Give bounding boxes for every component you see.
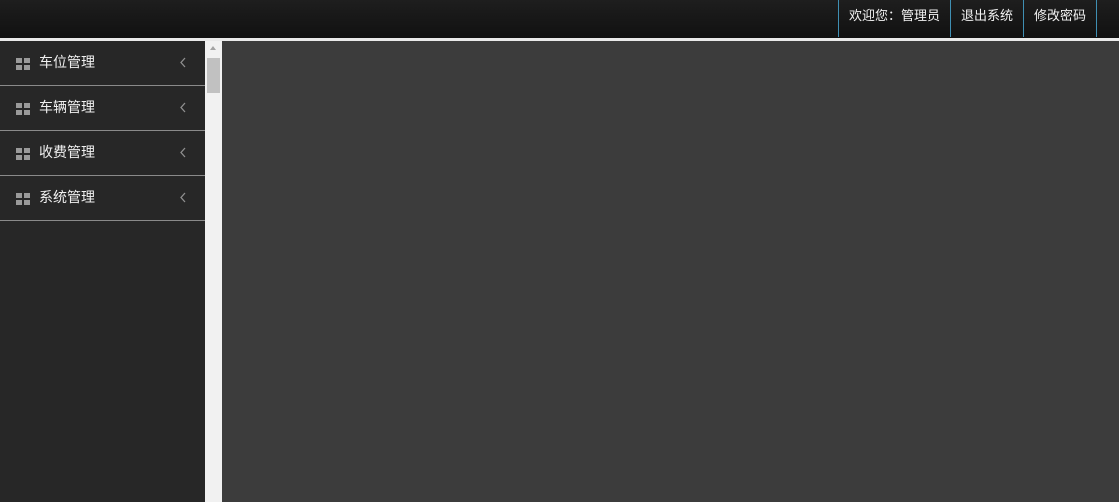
sidebar-item-billing[interactable]: 收费管理 [0,131,205,176]
sidebar-item-system[interactable]: 系统管理 [0,176,205,221]
logout-link[interactable]: 退出系统 [951,0,1024,37]
sidebar-item-label: 车位管理 [39,55,95,71]
grid-icon [16,193,30,205]
main-content-area [222,41,1119,502]
sidebar-item-label: 系统管理 [39,190,95,206]
sidebar-item-vehicle[interactable]: 车辆管理 [0,86,205,131]
scrollbar-thumb[interactable] [207,58,220,93]
sidebar-item-parking-space[interactable]: 车位管理 [0,41,205,86]
top-links: 欢迎您：管理员 退出系统 修改密码 [837,0,1097,37]
chevron-left-icon [180,57,186,68]
sidebar-item-label: 收费管理 [39,145,95,161]
scroll-up-arrow-icon[interactable] [209,45,217,51]
chevron-left-icon [180,192,186,203]
top-bar: 欢迎您：管理员 退出系统 修改密码 [0,0,1119,38]
chevron-left-icon [180,102,186,113]
change-password-link[interactable]: 修改密码 [1024,0,1097,37]
sidebar: 车位管理 车辆管理 收费管理 系统管理 [0,41,205,502]
grid-icon [16,58,30,70]
sidebar-item-label: 车辆管理 [39,100,95,116]
grid-icon [16,148,30,160]
chevron-left-icon [180,147,186,158]
welcome-text: 欢迎您：管理员 [839,0,951,37]
grid-icon [16,103,30,115]
sidebar-scrollbar[interactable] [205,41,222,502]
